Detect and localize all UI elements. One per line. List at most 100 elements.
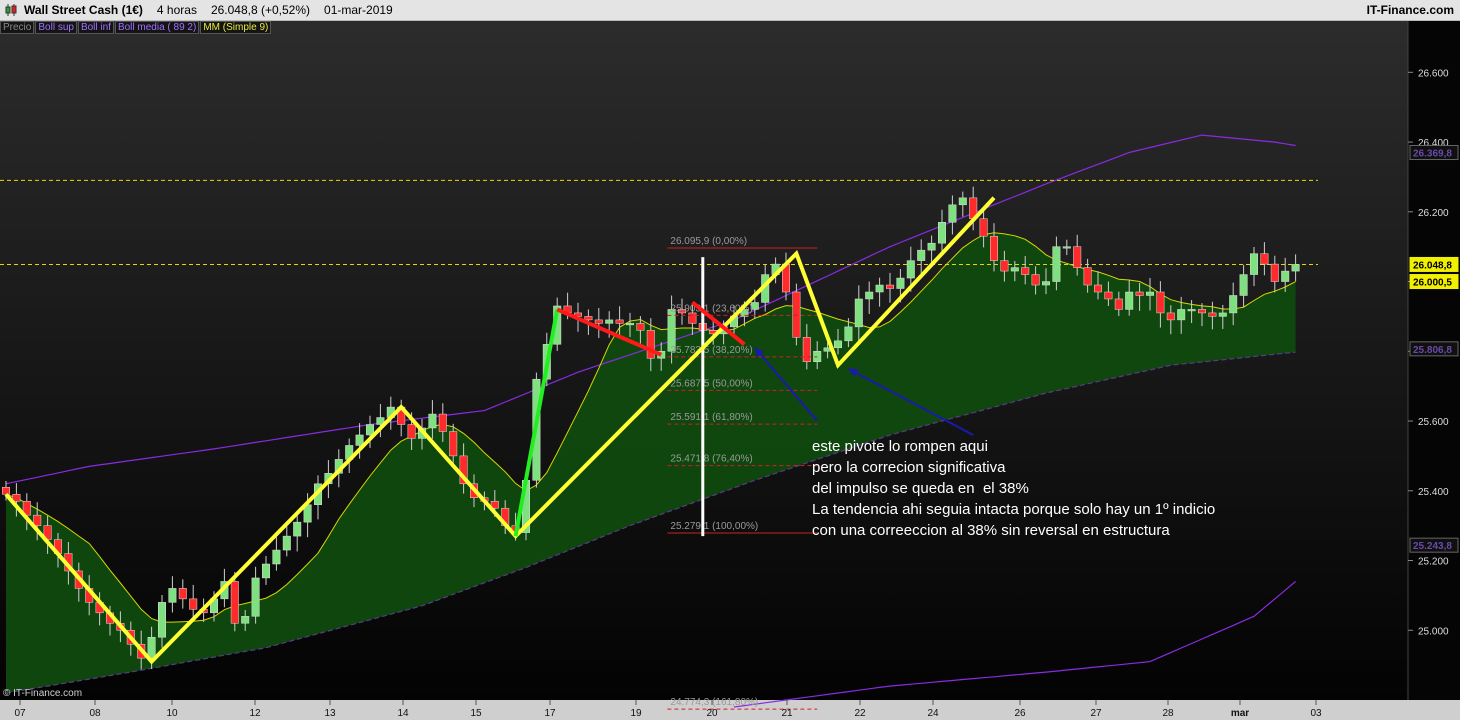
legend-sma[interactable]: MM (Simple 9) xyxy=(200,21,272,34)
annotation-line: este pivote lo rompen aqui xyxy=(812,438,988,455)
time-tick-label: 03 xyxy=(1310,708,1322,719)
timeframe-label[interactable]: 4 horas xyxy=(157,3,197,17)
price-tick-label: 25.200 xyxy=(1418,557,1449,568)
candle-body-up xyxy=(158,602,166,638)
fibonacci-level-label: 25.279,1 (100,00%) xyxy=(670,521,758,532)
time-tick-label: 07 xyxy=(14,708,26,719)
time-tick-label: 13 xyxy=(324,708,336,719)
candle-body-up xyxy=(241,616,250,624)
candle-body-up xyxy=(1239,274,1248,296)
time-tick-label: 26 xyxy=(1014,708,1026,719)
annotation-line: del impulso se queda en el 38% xyxy=(812,480,1029,497)
candle-body-down xyxy=(688,312,697,324)
price-chart[interactable]: 26.095,9 (0,00%)25.903,1 (23,60%)25.783,… xyxy=(0,0,1460,720)
legend-boll-media[interactable]: Boll media ( 89 2) xyxy=(114,21,200,34)
candle-body-up xyxy=(251,577,260,617)
candle-body-up xyxy=(1146,291,1154,296)
candle-body-up xyxy=(854,298,863,328)
copyright: © IT-Finance.com xyxy=(3,688,83,699)
candle-body-up xyxy=(1187,309,1196,312)
candle-body-down xyxy=(189,598,198,610)
candle-body-down xyxy=(886,284,894,289)
candle-body-up xyxy=(605,319,614,324)
time-tick-label: 10 xyxy=(166,708,178,719)
candle-body-up xyxy=(927,242,936,251)
candle-body-up xyxy=(875,284,884,293)
candle-body-up xyxy=(865,291,874,300)
candle-body-up xyxy=(1177,309,1186,321)
candle-body-down xyxy=(33,514,42,526)
time-tick-label: 12 xyxy=(249,708,261,719)
last-price: 26.048,8 (+0,52%) xyxy=(210,3,311,17)
candle xyxy=(792,283,801,346)
time-tick-label: 20 xyxy=(706,708,718,719)
legend-boll-inf[interactable]: Boll inf xyxy=(77,21,114,34)
candle-body-down xyxy=(438,413,447,432)
candle-body-down xyxy=(1021,267,1030,275)
candle-body-up xyxy=(1010,267,1019,272)
candle-body-down xyxy=(594,319,603,324)
candle-body-up xyxy=(1125,291,1134,310)
candle-body-up xyxy=(958,197,967,206)
legend-price[interactable]: Precio xyxy=(0,21,35,34)
candle-body-down xyxy=(1114,298,1123,310)
price-axis-background xyxy=(1408,20,1460,700)
title-bar: Wall Street Cash (1€) 4 horas 26.048,8 (… xyxy=(0,0,1460,21)
time-tick-label: 22 xyxy=(854,708,866,719)
candle-body-down xyxy=(792,291,801,338)
time-tick-label: 08 xyxy=(89,708,101,719)
candle-body-down xyxy=(615,319,624,324)
legend-boll-sup[interactable]: Boll sup xyxy=(35,21,77,34)
candle-body-up xyxy=(282,535,291,551)
candle-body-down xyxy=(2,487,10,495)
candle-body-up xyxy=(948,204,957,223)
candle-body-up xyxy=(1250,253,1258,275)
candle-body-up xyxy=(1218,312,1227,317)
candle-body-down xyxy=(1000,260,1009,272)
candle-body-up xyxy=(906,260,915,279)
candle-body-down xyxy=(1104,291,1113,300)
fibonacci-level-label: 26.095,9 (0,00%) xyxy=(670,236,747,247)
candle-body-up xyxy=(626,323,634,326)
time-tick-label: 27 xyxy=(1090,708,1102,719)
price-tick-label: 26.600 xyxy=(1418,68,1449,79)
time-tick-label: mar xyxy=(1231,708,1249,719)
candle-body-down xyxy=(407,424,416,439)
time-tick-label: 17 xyxy=(544,708,556,719)
candle-body-up xyxy=(272,549,281,565)
candle-body-down xyxy=(1135,291,1144,296)
candle-body-up xyxy=(938,222,946,244)
candle-body-up xyxy=(1062,246,1071,249)
candle-body-down xyxy=(230,581,239,624)
time-tick-label: 24 xyxy=(927,708,939,719)
candle-body-up xyxy=(428,413,437,429)
price-tick-label: 26.200 xyxy=(1418,208,1449,219)
candle-body-down xyxy=(584,316,593,321)
candle-body-down xyxy=(990,235,998,261)
candle-body-up xyxy=(834,340,842,349)
price-label-text: 25.806,8 xyxy=(1413,345,1452,356)
time-tick-label: 19 xyxy=(630,708,642,719)
fibonacci-level-label: 25.783,5 (38,20%) xyxy=(670,345,752,356)
candle-body-down xyxy=(979,218,988,237)
candle-body-down xyxy=(1156,291,1165,314)
candle-body-down xyxy=(1031,274,1040,286)
indicator-legend: Precio Boll sup Boll inf Boll media ( 89… xyxy=(0,21,272,34)
candle-body-up xyxy=(1052,246,1061,282)
time-tick-label: 21 xyxy=(781,708,793,719)
candle-body-up xyxy=(147,636,156,659)
candle-body-down xyxy=(178,588,187,600)
candle-body-down xyxy=(1260,253,1269,265)
time-tick-label: 28 xyxy=(1162,708,1174,719)
candle-body-down xyxy=(1208,312,1217,317)
candle-body-up xyxy=(896,277,905,289)
candle-body-up xyxy=(844,326,853,342)
candle-body-up xyxy=(1281,270,1290,282)
fibonacci-level-label: 25.687,5 (50,00%) xyxy=(670,378,752,389)
annotation-line: con una correeccion al 38% sin reversal … xyxy=(812,522,1170,539)
price-tick-label: 25.000 xyxy=(1418,626,1449,637)
date-label: 01-mar-2019 xyxy=(324,3,393,17)
candle-body-down xyxy=(1083,267,1092,286)
candle-body-up xyxy=(293,521,302,537)
candle-body-down xyxy=(1270,263,1279,282)
